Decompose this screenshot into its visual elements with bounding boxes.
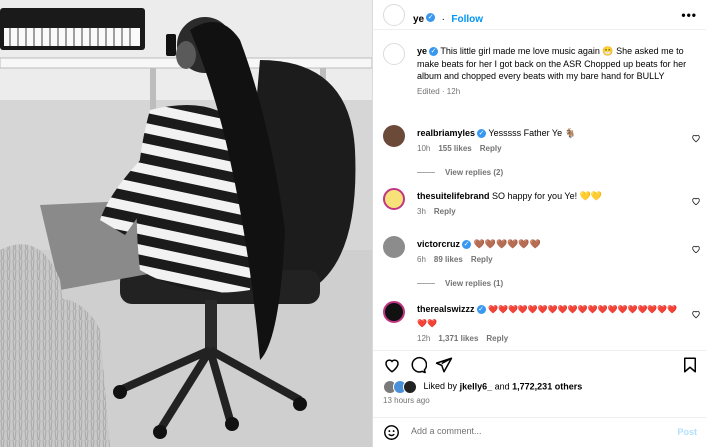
add-comment-bar: Post — [373, 417, 706, 447]
post-viewer: ye ✓ · Follow ••• ye ✓ This little girl ma… — [0, 0, 706, 447]
comment-time: 6h — [417, 254, 426, 264]
comment-text: Yesssss Father Ye 🐐 — [488, 128, 576, 138]
comment-body: realbriamyles ✓ Yesssss Father Ye 🐐 10h 15… — [417, 127, 679, 180]
follow-button[interactable]: Follow — [451, 14, 483, 25]
liked-by-and: and — [494, 381, 510, 392]
verified-badge-icon: ✓ — [429, 47, 439, 57]
reply-button[interactable]: Reply — [471, 255, 493, 264]
view-replies-button[interactable]: View replies (2) — [417, 167, 679, 180]
comment-username[interactable]: therealswizzz — [417, 304, 475, 314]
commenter-avatar[interactable] — [383, 236, 405, 258]
caption-avatar[interactable] — [383, 43, 405, 65]
comment-likes[interactable]: 89 likes — [434, 255, 463, 264]
post-sidebar: ye ✓ · Follow ••• ye ✓ This little girl ma… — [372, 0, 706, 447]
separator-dot: · — [441, 14, 445, 25]
commenter-avatar[interactable] — [383, 301, 405, 323]
share-paper-plane-icon[interactable] — [435, 356, 453, 374]
comment-input[interactable] — [409, 425, 663, 437]
verified-badge-icon: ✓ — [476, 305, 486, 315]
author-username[interactable]: ye — [413, 14, 424, 25]
verified-badge-icon: ✓ — [426, 13, 436, 23]
comment-body: victorcruz ✓ 🤎🤎🤎🤎🤎🤎 6h 89 likes Reply View … — [417, 238, 679, 291]
commenter-avatar[interactable] — [383, 188, 405, 210]
post-comment-button[interactable]: Post — [677, 427, 697, 437]
reply-button[interactable]: Reply — [434, 207, 456, 216]
reply-button[interactable]: Reply — [480, 144, 502, 153]
comment-text: SO happy for you Ye! 💛💛 — [492, 191, 603, 201]
liked-by-user[interactable]: jkelly6_ — [460, 381, 493, 391]
caption-body: ye ✓ This little girl made me love music … — [417, 45, 701, 98]
comment-username[interactable]: thesuitelifebrand — [417, 191, 490, 201]
comment-likes[interactable]: 1,371 likes — [438, 334, 478, 343]
verified-badge-icon: ✓ — [477, 129, 487, 139]
post-photo[interactable] — [0, 0, 372, 447]
liked-by-prefix: Liked by — [423, 381, 458, 392]
comments-list[interactable]: ye ✓ This little girl made me love music … — [373, 30, 706, 350]
comment-meta: 3h Reply — [417, 206, 679, 219]
comment-likes[interactable]: 155 likes — [438, 144, 471, 153]
post-timestamp: 13 hours ago — [383, 396, 430, 405]
like-comment-heart-icon[interactable] — [691, 309, 701, 319]
like-heart-icon[interactable] — [383, 356, 401, 374]
verified-badge-icon: ✓ — [462, 240, 472, 250]
likes-count[interactable]: 1,772,231 others — [512, 381, 582, 391]
post-image — [0, 0, 372, 447]
caption-meta: Edited · 12h — [417, 86, 461, 96]
comment-bubble-icon[interactable] — [409, 356, 427, 374]
post-header: ye ✓ · Follow ••• — [373, 0, 706, 30]
comment-meta: 10h 155 likes Reply — [417, 143, 679, 156]
like-comment-heart-icon[interactable] — [691, 196, 701, 206]
comment-meta: 12h 1,371 likes Reply — [417, 333, 679, 346]
save-bookmark-icon[interactable] — [681, 356, 699, 374]
more-options-icon[interactable]: ••• — [681, 8, 697, 22]
comment-body: thesuitelifebrand SO happy for you Ye! 💛… — [417, 190, 679, 218]
liker-avatar — [403, 380, 417, 394]
post-action-bar — [373, 350, 706, 378]
view-replies-button[interactable]: View replies (1) — [417, 278, 679, 291]
comment-body: therealswizzz ✓ ❤️❤️❤️❤️❤️❤️❤️❤️❤️❤️❤️❤️❤… — [417, 303, 679, 346]
commenter-avatar[interactable] — [383, 125, 405, 147]
comment-text: 🤎🤎🤎🤎🤎🤎 — [473, 239, 541, 249]
like-comment-heart-icon[interactable] — [691, 244, 701, 254]
caption-text: This little girl made me love music agai… — [417, 46, 687, 81]
comment-meta: 6h 89 likes Reply — [417, 254, 679, 267]
likes-summary: Liked by jkelly6_ and 1,772,231 others — [383, 380, 582, 394]
comment-time: 10h — [417, 143, 431, 153]
author-avatar[interactable] — [383, 4, 405, 26]
author-line: ye ✓ · Follow — [413, 9, 483, 27]
comment-username[interactable]: realbriamyles — [417, 128, 475, 138]
reply-button[interactable]: Reply — [486, 334, 508, 343]
emoji-icon[interactable] — [383, 424, 400, 441]
caption-username[interactable]: ye — [417, 46, 427, 56]
comment-username[interactable]: victorcruz — [417, 239, 460, 249]
comment-time: 12h — [417, 334, 431, 343]
comment-time: 3h — [417, 206, 426, 216]
like-comment-heart-icon[interactable] — [691, 133, 701, 143]
